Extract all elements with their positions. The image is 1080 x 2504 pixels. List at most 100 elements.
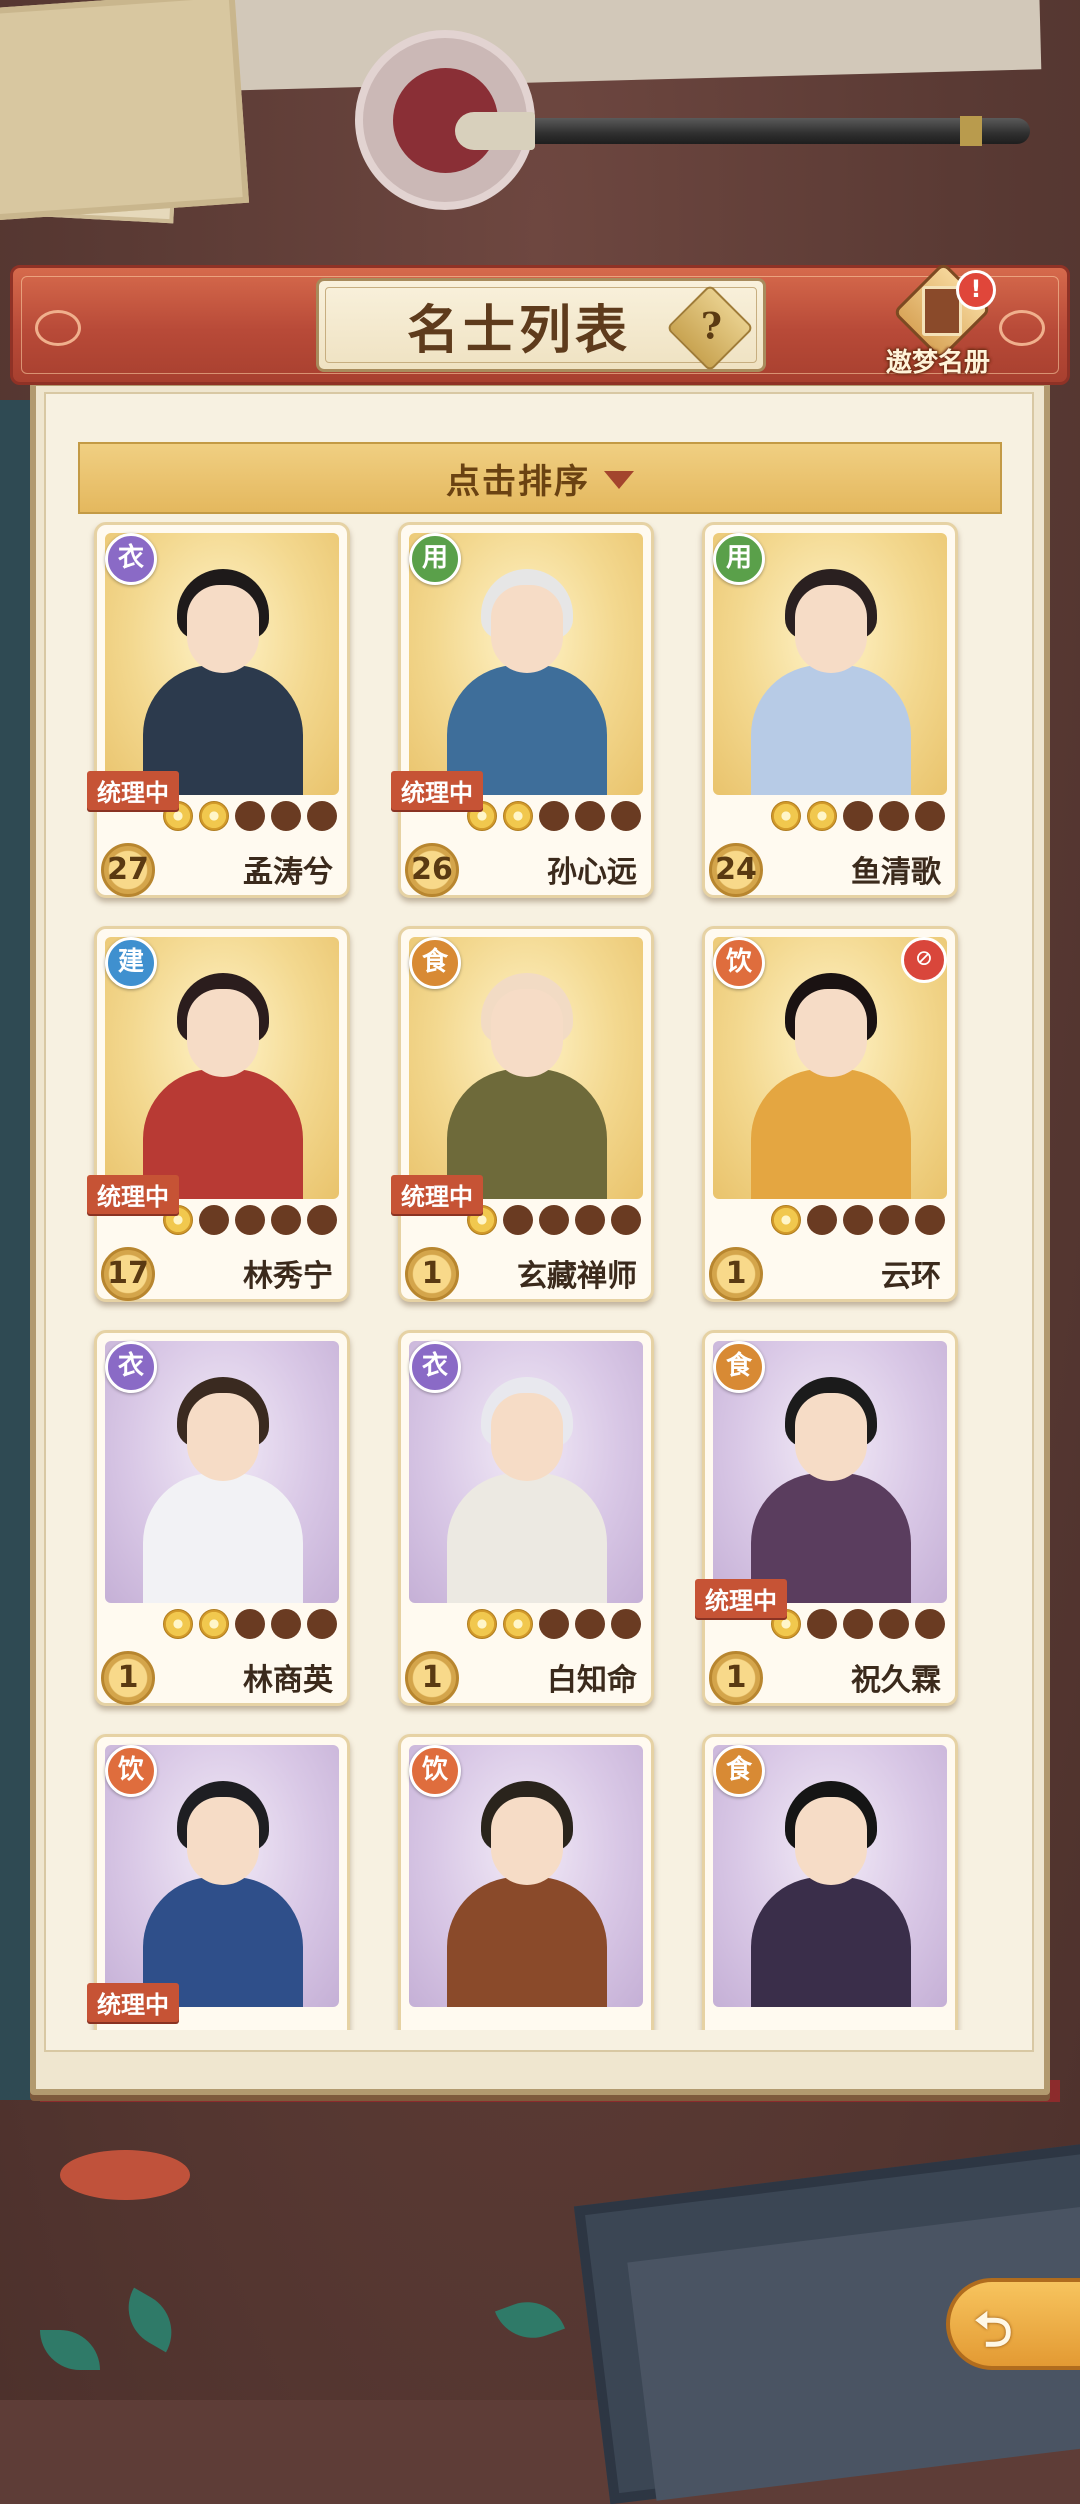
category-badge: 食 xyxy=(409,937,461,989)
star-filled-icon xyxy=(467,1609,497,1639)
portrait-figure xyxy=(447,1473,607,1603)
character-card[interactable]: 用 24 鱼清歌 xyxy=(702,522,958,898)
status-tag: 统理中 xyxy=(391,771,483,810)
category-badge: 衣 xyxy=(105,1341,157,1393)
character-card[interactable]: 食 xyxy=(702,1734,958,2030)
star-empty-icon xyxy=(539,801,569,831)
star-rating xyxy=(771,1205,945,1235)
category-badge: 用 xyxy=(409,533,461,585)
character-card[interactable]: 食统理中 1 玄藏禅师 xyxy=(391,926,654,1302)
paper-decoration xyxy=(0,0,250,221)
star-empty-icon xyxy=(843,1609,873,1639)
star-filled-icon xyxy=(199,801,229,831)
status-tag: 统理中 xyxy=(87,1175,179,1214)
help-button[interactable]: ? xyxy=(666,284,754,372)
star-empty-icon xyxy=(843,801,873,831)
star-filled-icon xyxy=(771,801,801,831)
portrait-figure xyxy=(751,1877,911,2007)
character-name: 林商英 xyxy=(243,1663,333,1698)
star-empty-icon xyxy=(611,1205,641,1235)
star-filled-icon xyxy=(503,1609,533,1639)
portrait-face xyxy=(491,585,563,673)
portrait-face xyxy=(187,1797,259,1885)
portrait-face xyxy=(187,1393,259,1481)
level-badge: 24 xyxy=(709,843,763,897)
level-badge: 17 xyxy=(101,1247,155,1301)
star-rating xyxy=(467,801,641,831)
level-badge: 27 xyxy=(101,843,155,897)
star-empty-icon xyxy=(915,801,945,831)
portrait-face xyxy=(491,989,563,1077)
character-name: 白知命 xyxy=(547,1663,637,1698)
album-button[interactable]: ! 遨梦名册 xyxy=(878,261,998,380)
portrait-face xyxy=(795,1393,867,1481)
star-filled-icon xyxy=(163,1609,193,1639)
back-button[interactable]: ⮌ xyxy=(946,2278,1080,2370)
character-card[interactable]: 衣统理中 27 孟涛兮 xyxy=(87,522,350,898)
portrait-face xyxy=(795,1797,867,1885)
star-empty-icon xyxy=(503,1205,533,1235)
star-rating xyxy=(467,1609,641,1639)
portrait-face xyxy=(795,989,867,1077)
character-card[interactable]: 饮统理中 xyxy=(87,1734,350,2030)
sort-label: 点击排序 xyxy=(446,461,590,502)
character-card[interactable]: 衣 1 白知命 xyxy=(398,1330,654,1706)
star-empty-icon xyxy=(235,1205,265,1235)
category-badge: 衣 xyxy=(105,533,157,585)
portrait-face xyxy=(491,1393,563,1481)
star-empty-icon xyxy=(611,801,641,831)
question-icon: ? xyxy=(700,305,722,348)
star-filled-icon xyxy=(807,801,837,831)
character-card[interactable]: 建统理中 17 林秀宁 xyxy=(87,926,350,1302)
album-label: 遨梦名册 xyxy=(885,348,990,378)
category-badge: 食 xyxy=(713,1745,765,1797)
character-card[interactable]: 饮 ⊘ 1 云环 xyxy=(702,926,958,1302)
character-card[interactable]: 衣 1 林商英 xyxy=(94,1330,350,1706)
level-badge: 26 xyxy=(405,843,459,897)
title-plate: 名士列表 ? xyxy=(316,278,766,372)
category-badge: 用 xyxy=(713,533,765,585)
character-card[interactable]: 食统理中 1 祝久霖 xyxy=(695,1330,958,1706)
star-rating xyxy=(163,801,337,831)
star-empty-icon xyxy=(235,1609,265,1639)
notification-badge: ! xyxy=(956,270,996,310)
star-empty-icon xyxy=(575,1609,605,1639)
portrait-face xyxy=(187,585,259,673)
character-card[interactable]: 饮 xyxy=(398,1734,654,2030)
star-rating xyxy=(771,801,945,831)
star-empty-icon xyxy=(915,1205,945,1235)
character-name: 孙心远 xyxy=(547,855,637,890)
star-empty-icon xyxy=(807,1609,837,1639)
portrait-figure xyxy=(447,1877,607,2007)
star-empty-icon xyxy=(807,1205,837,1235)
brush-tip-decoration xyxy=(455,112,535,150)
character-name: 孟涛兮 xyxy=(243,855,333,890)
brush-decoration xyxy=(470,118,1030,144)
star-rating xyxy=(771,1609,945,1639)
star-empty-icon xyxy=(199,1205,229,1235)
no-entry-icon: ⊘ xyxy=(901,937,947,983)
star-empty-icon xyxy=(575,1205,605,1235)
category-badge: 衣 xyxy=(409,1341,461,1393)
category-badge: 建 xyxy=(105,937,157,989)
status-tag: 统理中 xyxy=(695,1579,787,1618)
star-rating xyxy=(163,1609,337,1639)
portrait-face xyxy=(491,1797,563,1885)
star-empty-icon xyxy=(307,1609,337,1639)
star-empty-icon xyxy=(235,801,265,831)
star-empty-icon xyxy=(915,1609,945,1639)
star-empty-icon xyxy=(539,1609,569,1639)
star-empty-icon xyxy=(271,801,301,831)
character-name: 鱼清歌 xyxy=(851,855,941,890)
star-empty-icon xyxy=(307,801,337,831)
character-name: 林秀宁 xyxy=(243,1259,333,1294)
star-filled-icon xyxy=(199,1609,229,1639)
sort-button[interactable]: 点击排序 xyxy=(78,442,1002,514)
character-name: 祝久霖 xyxy=(851,1663,941,1698)
character-card[interactable]: 用统理中 26 孙心远 xyxy=(391,522,654,898)
star-empty-icon xyxy=(879,1205,909,1235)
character-name: 玄藏禅师 xyxy=(517,1259,637,1294)
category-badge: 饮 xyxy=(409,1745,461,1797)
triangle-down-icon xyxy=(604,471,634,489)
portrait-face xyxy=(187,989,259,1077)
